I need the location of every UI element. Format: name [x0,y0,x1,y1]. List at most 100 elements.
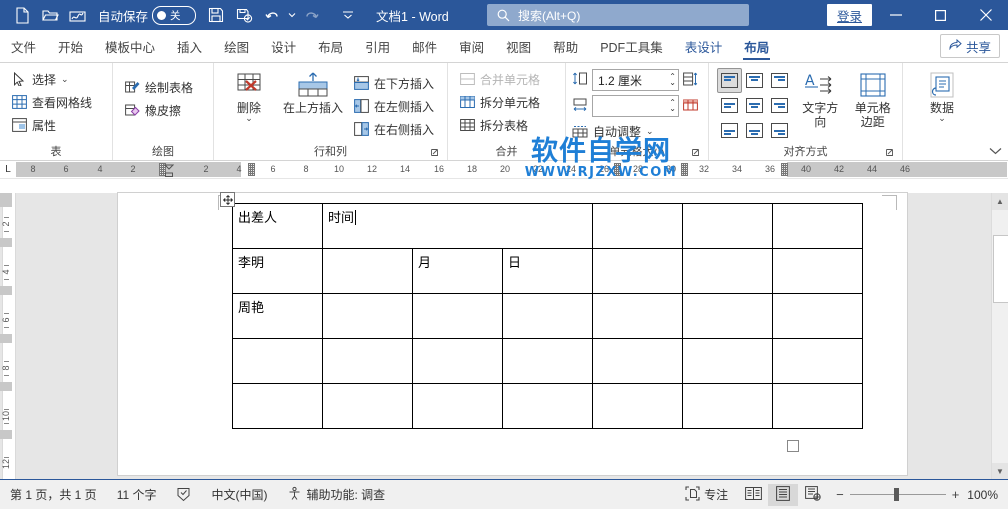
share-button[interactable]: 共享 [939,34,1000,58]
table-resize-handle[interactable] [787,440,799,452]
table-cell[interactable] [682,248,773,294]
table-cell-time[interactable]: 时间 [322,203,593,249]
insert-left-button[interactable]: 在左侧插入 [348,95,439,117]
horizontal-ruler[interactable]: L 8 6 4 2 2 4 6 8 10 12 14 16 18 20 22 2… [0,161,1008,179]
split-table-button[interactable]: 拆分表格 [454,114,545,136]
table-cell[interactable] [592,203,683,249]
table-cell[interactable] [412,383,503,429]
select-button[interactable]: 选择 ⌄ [6,68,97,90]
save-as-icon[interactable] [230,3,258,27]
table-cell[interactable]: 月 [412,248,503,294]
scrollbar-thumb[interactable] [993,235,1008,303]
close-button[interactable] [963,0,1008,30]
word-count[interactable]: 11 个字 [107,484,167,506]
search-input[interactable]: 搜索(Alt+Q) [487,4,749,26]
page-info[interactable]: 第 1 页，共 1 页 [0,484,107,506]
row-height-input[interactable]: 1.2 厘米 ⌃ ⌄ [592,69,679,91]
insert-below-button[interactable]: 在下方插入 [348,72,439,94]
vruler-row-boundary[interactable] [0,382,12,391]
table-cell[interactable] [412,338,503,384]
undo-icon[interactable] [258,3,286,27]
zoom-out-button[interactable]: − [836,487,844,502]
eraser-button[interactable]: 橡皮擦 [119,99,198,121]
tab-mailings[interactable]: 邮件 [401,30,448,62]
tab-view[interactable]: 视图 [495,30,542,62]
scroll-up-icon[interactable]: ▲ [992,193,1008,210]
autosave-toggle[interactable]: 关 [152,5,197,25]
table-row[interactable] [232,338,863,384]
table-cell[interactable] [502,383,593,429]
redo-icon[interactable] [298,3,326,27]
table-cell[interactable] [772,293,863,339]
collapse-ribbon-icon[interactable] [989,146,1002,158]
table-row[interactable] [232,383,863,429]
vertical-scrollbar[interactable]: ▲ ▼ [991,193,1008,480]
merge-cells-button[interactable]: 合并单元格 [454,68,545,90]
tab-template-center[interactable]: 模板中心 [94,30,166,62]
column-marker[interactable] [614,163,621,176]
focus-mode-button[interactable]: 专注 [675,484,738,506]
table-cell[interactable]: 出差人 [232,203,323,249]
data-button[interactable]: 数据 ⌄ [913,68,971,123]
split-cells-button[interactable]: 拆分单元格 [454,91,545,113]
table-cell[interactable]: 日 [502,248,593,294]
align-top-right-button[interactable] [767,68,792,93]
table-cell[interactable] [682,383,773,429]
align-bottom-center-button[interactable] [742,118,767,143]
vruler-row-boundary[interactable] [0,430,12,439]
table-cell[interactable]: 李明 [232,248,323,294]
dialog-launcher-icon[interactable] [431,149,441,159]
spinner-arrows-icon[interactable]: ⌃ ⌄ [669,73,676,87]
document-page[interactable]: 出差人 时间 李明 月 日 周艳 [118,192,907,475]
tab-pdf-tools[interactable]: PDF工具集 [589,30,674,62]
column-marker[interactable] [681,163,688,176]
align-top-left-button[interactable] [717,68,742,93]
table-cell[interactable] [772,248,863,294]
tab-home[interactable]: 开始 [47,30,94,62]
align-middle-left-button[interactable] [717,93,742,118]
table-cell[interactable] [322,248,413,294]
language-indicator[interactable]: 中文(中国) [201,484,277,506]
signature-icon[interactable] [64,3,92,27]
spinner-arrows-icon[interactable]: ⌃ ⌄ [669,99,676,113]
table-cell[interactable] [502,293,593,339]
table-move-handle[interactable] [220,192,235,207]
undo-dropdown-icon[interactable] [286,3,298,27]
table-cell[interactable] [592,293,683,339]
tab-table-design[interactable]: 表设计 [674,30,734,62]
web-layout-button[interactable] [798,484,828,506]
table-cell[interactable] [502,338,593,384]
signin-button[interactable]: 登录 [826,4,872,26]
zoom-level[interactable]: 100% [967,488,1008,502]
table-cell[interactable] [772,338,863,384]
new-document-icon[interactable] [8,3,36,27]
table-cell[interactable] [682,203,773,249]
table-cell[interactable] [772,203,863,249]
zoom-in-button[interactable]: + [952,487,960,502]
align-top-center-button[interactable] [742,68,767,93]
table-cell[interactable] [772,383,863,429]
distribute-rows-icon[interactable] [683,72,698,89]
tab-stop-selector[interactable]: L [0,161,16,178]
tab-file[interactable]: 文件 [0,30,47,62]
table-properties-button[interactable]: 属性 [6,114,97,136]
text-direction-button[interactable]: A 文字方向 [797,68,844,129]
table-cell[interactable] [232,338,323,384]
dialog-launcher-icon[interactable] [886,149,896,159]
proofing-errors-icon[interactable] [166,484,201,506]
accessibility-status[interactable]: 辅助功能: 调查 [277,484,395,506]
table-cell[interactable] [412,293,503,339]
table-row[interactable]: 出差人 时间 [232,203,863,249]
table-cell[interactable] [322,293,413,339]
distribute-columns-icon[interactable] [683,98,698,115]
tab-design[interactable]: 设计 [260,30,307,62]
tab-review[interactable]: 审阅 [448,30,495,62]
table-row[interactable]: 李明 月 日 [232,248,863,294]
table-cell[interactable] [592,248,683,294]
tab-insert[interactable]: 插入 [166,30,213,62]
align-bottom-right-button[interactable] [767,118,792,143]
maximize-button[interactable] [918,0,963,30]
table-cell[interactable] [592,383,683,429]
column-width-input[interactable]: ⌃ ⌄ [592,95,679,117]
align-middle-center-button[interactable] [742,93,767,118]
